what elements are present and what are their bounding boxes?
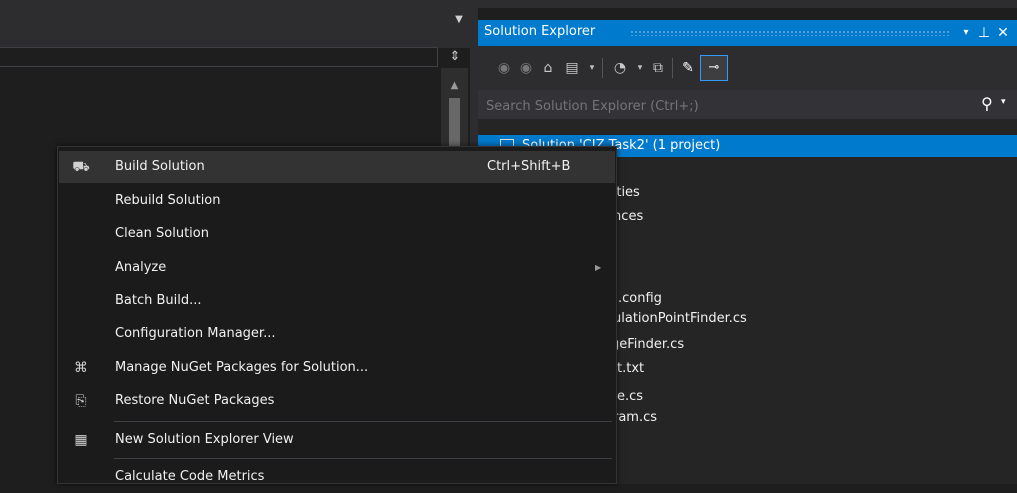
menu-item-analyze[interactable]: Analyze ▶ <box>59 252 615 284</box>
title-grip <box>630 30 950 36</box>
menu-item-restore-nuget-packages[interactable]: ⎘ Restore NuGet Packages <box>59 385 615 417</box>
solution-explorer-search: ⚲ ▾ <box>478 90 1017 120</box>
window-position-dropdown-icon[interactable]: ▾ <box>957 23 975 43</box>
editor-tab-bar <box>0 8 470 48</box>
menu-item-shortcut: Ctrl+Shift+B <box>487 159 571 174</box>
build-context-menu: ⛟ Build Solution Ctrl+Shift+B Rebuild So… <box>57 146 617 484</box>
new-view-icon: ▦ <box>74 432 88 448</box>
tree-item-label: geFinder.cs <box>611 337 685 352</box>
restore-packages-icon: ⎘ <box>75 393 87 409</box>
collapse-all-icon[interactable]: ⧉ <box>648 58 668 78</box>
menu-item-calculate-code-metrics[interactable]: Calculate Code Metrics <box>59 461 615 493</box>
solution-explorer-toolbar: ◉ ◉ ⌂ ▤ ▾ ◔ ▾ ⧉ ✎ ⊸ <box>478 46 1017 90</box>
menu-item-label: Manage NuGet Packages for Solution... <box>115 360 369 375</box>
menu-item-new-solution-explorer-view[interactable]: ▦ New Solution Explorer View <box>59 424 615 456</box>
menu-item-batch-build[interactable]: Batch Build... <box>59 285 615 317</box>
menu-item-label: Rebuild Solution <box>115 193 221 208</box>
back-icon[interactable]: ◉ <box>494 58 514 78</box>
menu-separator <box>114 458 612 459</box>
nuget-icon: ⌘ <box>74 360 88 376</box>
menu-item-label: Build Solution <box>115 159 205 174</box>
scroll-up-icon[interactable]: ▲ <box>441 80 468 94</box>
menu-item-configuration-manager[interactable]: Configuration Manager... <box>59 318 615 350</box>
menu-item-label: Calculate Code Metrics <box>115 469 265 484</box>
navigation-bar[interactable] <box>0 47 438 67</box>
close-icon[interactable]: ✕ <box>994 23 1012 43</box>
menu-item-label: Restore NuGet Packages <box>115 393 275 408</box>
menu-item-clean-solution[interactable]: Clean Solution <box>59 218 615 250</box>
submenu-arrow-icon: ▶ <box>595 263 602 272</box>
menu-item-label: Analyze <box>115 260 167 275</box>
dropdown-icon[interactable]: ▾ <box>630 58 650 78</box>
split-window-icon[interactable]: ⇕ <box>444 47 466 67</box>
pending-changes-filter-icon[interactable]: ◔ <box>610 58 630 78</box>
menu-item-label: Clean Solution <box>115 226 209 241</box>
dropdown-icon[interactable]: ▾ <box>582 58 602 78</box>
pin-icon[interactable]: ⊥ <box>975 23 993 43</box>
tree-item-label: ram.cs <box>613 410 658 425</box>
menu-item-manage-nuget-packages[interactable]: ⌘ Manage NuGet Packages for Solution... <box>59 352 615 384</box>
menu-item-label: Batch Build... <box>115 293 202 308</box>
solution-explorer-title-bar[interactable]: Solution Explorer ▾ ⊥ ✕ <box>478 20 1017 46</box>
properties-wrench-icon[interactable]: ✎ <box>678 58 698 78</box>
menu-item-label: New Solution Explorer View <box>115 432 294 447</box>
home-icon[interactable]: ⌂ <box>538 58 558 78</box>
panel-title: Solution Explorer <box>484 24 596 39</box>
preview-selected-items-icon[interactable]: ⊸ <box>700 55 728 81</box>
tree-item-label: t.txt <box>617 361 645 376</box>
tree-item-label: .config <box>618 291 662 306</box>
search-input[interactable] <box>484 95 918 117</box>
menu-item-rebuild-solution[interactable]: Rebuild Solution <box>59 185 615 217</box>
build-icon: ⛟ <box>72 159 90 175</box>
menu-separator <box>114 421 612 422</box>
search-options-dropdown-icon[interactable]: ▾ <box>1001 97 1006 107</box>
search-icon[interactable]: ⚲ <box>981 94 993 113</box>
top-strip <box>0 0 1017 8</box>
toolbar-separator <box>602 58 603 78</box>
toolbar-separator <box>672 58 673 78</box>
tab-dropdown-icon[interactable]: ▼ <box>451 12 467 28</box>
switch-views-icon[interactable]: ▤ <box>562 58 582 78</box>
forward-icon[interactable]: ◉ <box>516 58 536 78</box>
menu-item-label: Configuration Manager... <box>115 326 276 341</box>
tree-item-label: ulationPointFinder.cs <box>613 311 747 326</box>
menu-item-build-solution[interactable]: ⛟ Build Solution Ctrl+Shift+B <box>59 151 615 183</box>
tree-item-label: e.cs <box>617 389 644 404</box>
